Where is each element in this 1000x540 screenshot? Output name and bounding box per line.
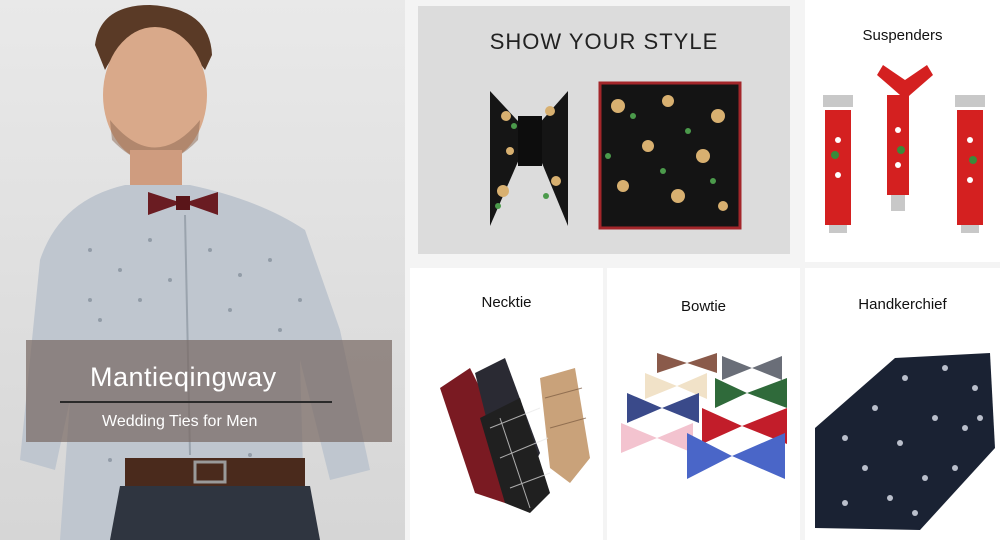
brand-tagline: Wedding Ties for Men [102, 413, 258, 430]
floral-set-image [490, 81, 742, 230]
show-your-style-card[interactable]: SHOW YOUR STYLE [418, 6, 790, 254]
bowtie-card[interactable]: Bowtie [607, 268, 800, 540]
model-illustration [20, 5, 370, 540]
suspenders-card[interactable]: Suspenders [805, 0, 1000, 262]
handkerchief-card[interactable]: Handkerchief [805, 268, 1000, 540]
handkerchief-image [815, 353, 995, 530]
suspenders-image [823, 65, 985, 233]
brand-name: Mantieqingway [90, 362, 277, 392]
necktie-card[interactable]: Necktie [410, 268, 603, 540]
bowtie-collection-image [621, 353, 787, 479]
banner-divider [60, 401, 332, 403]
hero-model-photo: Mantieqingway Wedding Ties for Men [0, 0, 405, 540]
necktie-image [440, 358, 590, 513]
